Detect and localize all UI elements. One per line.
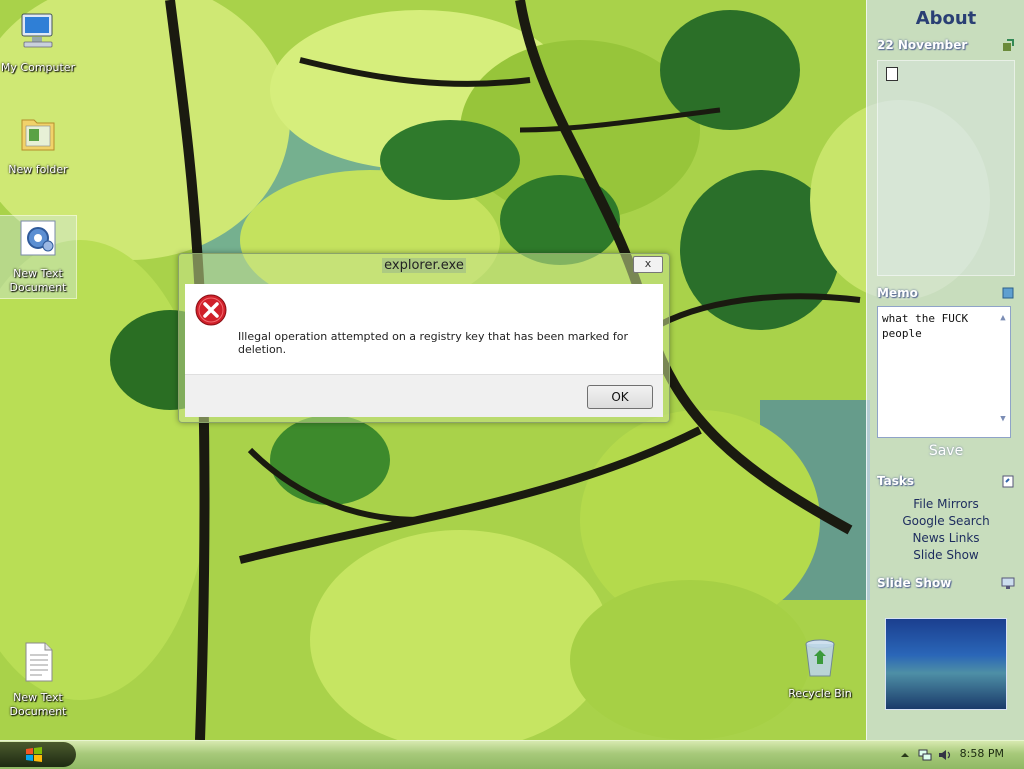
- desktop-icon-recycle-bin[interactable]: Recycle Bin: [782, 636, 858, 701]
- computer-icon: [21, 13, 53, 48]
- recycle-bin-icon: [805, 639, 835, 677]
- slideshow-header: Slide Show: [877, 576, 952, 590]
- folder-icon: [21, 119, 55, 151]
- calendar-date: 22 November: [877, 38, 968, 52]
- volume-icon[interactable]: [938, 748, 952, 762]
- memo-gadget-header: Memo: [877, 286, 1015, 300]
- slideshow-options-icon[interactable]: [1001, 576, 1015, 590]
- scroll-up-icon[interactable]: ▲: [998, 311, 1008, 326]
- desktop-icon-new-folder[interactable]: New folder: [0, 112, 76, 177]
- taskbar: 8:58 PM: [0, 740, 1024, 769]
- ok-button[interactable]: OK: [587, 385, 653, 409]
- dialog-title: explorer.exe: [382, 258, 466, 273]
- text-document-settings-icon: [20, 220, 56, 256]
- network-icon[interactable]: [918, 748, 932, 762]
- desktop-icon-new-text-document-2[interactable]: New Text Document: [0, 640, 76, 719]
- calendar-page-icon: [886, 67, 898, 81]
- tasks-gadget-header: Tasks: [877, 474, 1015, 488]
- desktop-icon-label: Recycle Bin: [788, 687, 852, 700]
- calendar-gadget[interactable]: [877, 60, 1015, 276]
- show-hidden-icons-icon[interactable]: [898, 748, 912, 762]
- desktop-icon-label: My Computer: [0, 61, 76, 74]
- dialog-footer: OK: [185, 374, 663, 417]
- system-tray: 8:58 PM: [874, 741, 1024, 769]
- tasks-list: File Mirrors Google Search News Links Sl…: [867, 496, 1024, 564]
- text-file-icon: [25, 642, 53, 682]
- memo-scrollbar[interactable]: ▲ ▼: [998, 311, 1008, 433]
- dialog-message: Illegal operation attempted on a registr…: [238, 330, 629, 356]
- start-button[interactable]: [0, 742, 76, 767]
- task-slide-show[interactable]: Slide Show: [867, 547, 1024, 564]
- desktop-icon-label: New Text Document: [9, 691, 67, 718]
- error-icon: [195, 294, 227, 326]
- calendar-options-icon[interactable]: [1001, 38, 1015, 52]
- desktop-icon-new-text-document[interactable]: New Text Document: [0, 215, 77, 299]
- sidebar: About 22 November Memo what the FUCK peo…: [866, 0, 1024, 740]
- slideshow-gadget-header: Slide Show: [877, 576, 1015, 590]
- dialog-body: Illegal operation attempted on a registr…: [185, 284, 663, 374]
- memo-save-button[interactable]: Save: [867, 443, 1024, 459]
- scroll-down-icon[interactable]: ▼: [998, 412, 1008, 427]
- memo-header: Memo: [877, 286, 918, 300]
- desktop-icon-my-computer[interactable]: My Computer: [0, 10, 76, 75]
- task-news-links[interactable]: News Links: [867, 530, 1024, 547]
- desktop-icon-label: New folder: [8, 163, 68, 176]
- calendar-gadget-header: 22 November: [877, 38, 1015, 52]
- task-file-mirrors[interactable]: File Mirrors: [867, 496, 1024, 513]
- task-google-search[interactable]: Google Search: [867, 513, 1024, 530]
- desktop-icon-label: New Text Document: [9, 267, 67, 294]
- tasks-options-icon[interactable]: [1001, 474, 1015, 488]
- error-dialog: explorer.exe x Illegal operation attempt…: [178, 253, 670, 423]
- clock[interactable]: 8:58 PM: [960, 747, 1004, 760]
- tasks-header: Tasks: [877, 474, 915, 488]
- memo-textarea[interactable]: what the FUCK people ▲ ▼: [877, 306, 1011, 438]
- slideshow-image[interactable]: [885, 618, 1007, 710]
- windows-logo-icon: [26, 747, 42, 762]
- memo-options-icon[interactable]: [1001, 286, 1015, 300]
- sidebar-title[interactable]: About: [867, 0, 1024, 34]
- memo-text: what the FUCK people: [882, 312, 969, 340]
- dialog-close-button[interactable]: x: [633, 256, 663, 273]
